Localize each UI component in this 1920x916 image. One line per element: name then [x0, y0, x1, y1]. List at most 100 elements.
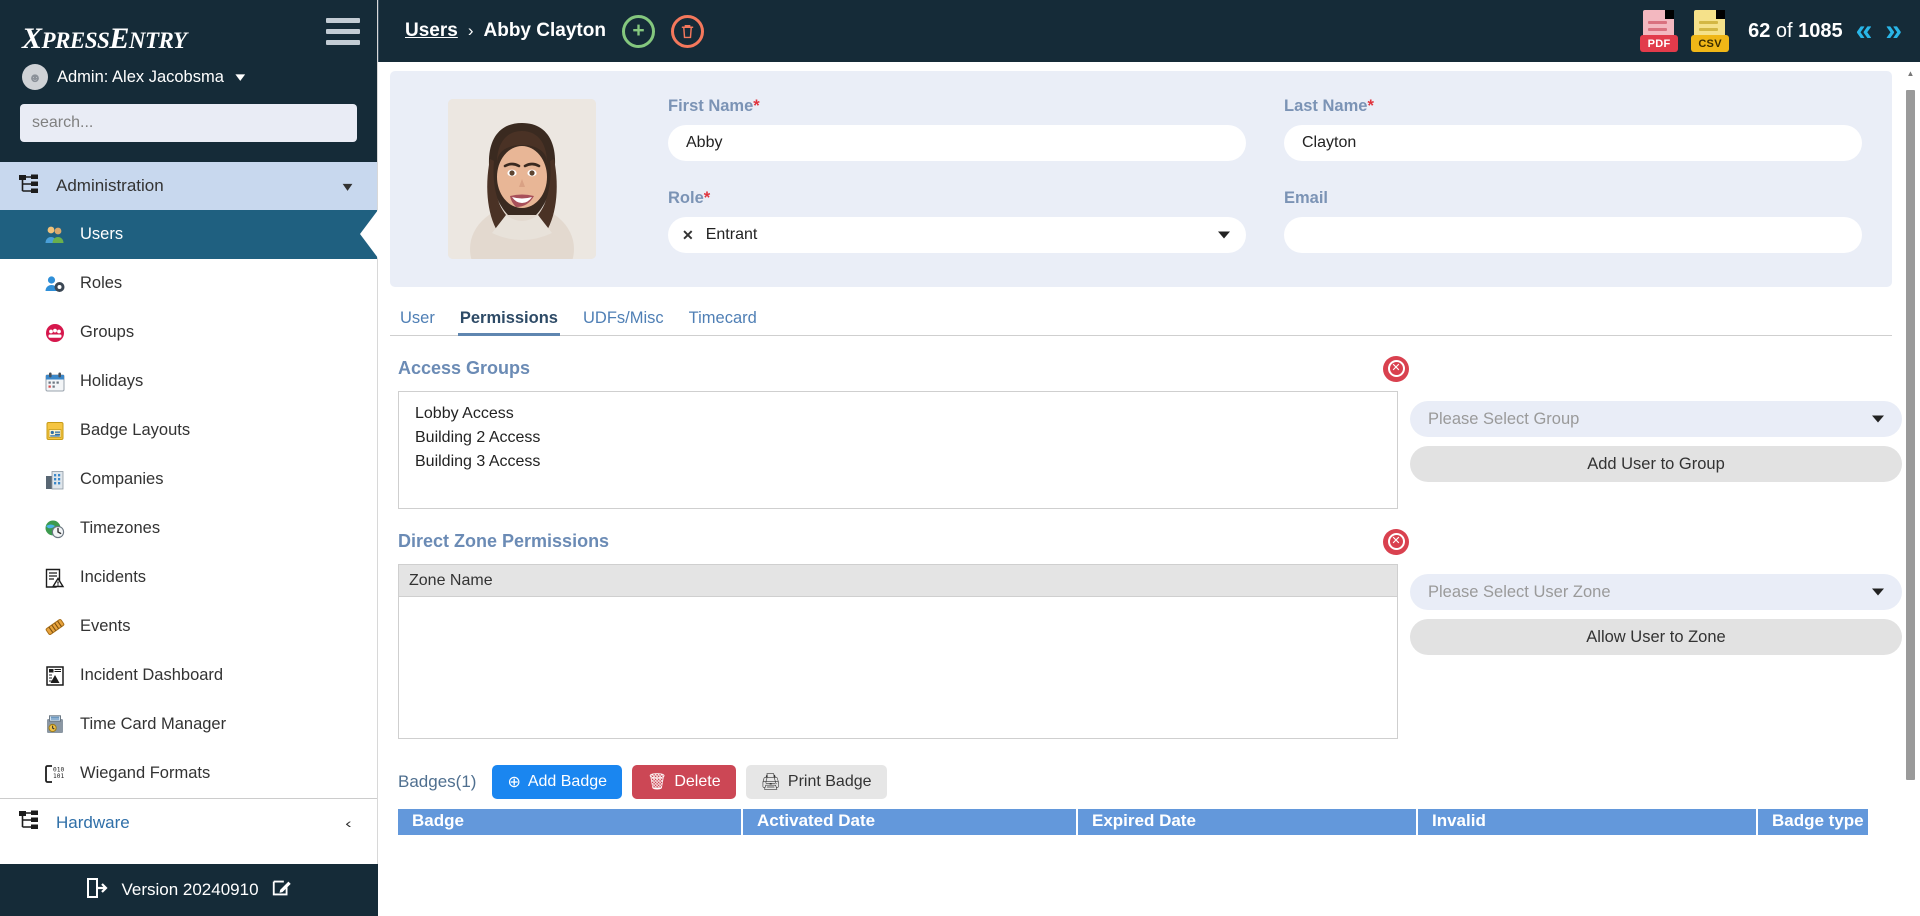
- sidebar-item-label: Badge Layouts: [80, 421, 190, 440]
- role-gear-icon: [44, 273, 66, 295]
- allow-user-to-zone-button[interactable]: Allow User to Zone: [1410, 619, 1902, 655]
- scroll-up-arrow[interactable]: ▲: [1906, 70, 1915, 78]
- sidebar-item-label: Roles: [80, 274, 122, 293]
- add-user-button[interactable]: +: [622, 15, 655, 48]
- tab-user[interactable]: User: [398, 309, 437, 335]
- sidebar-item-wiegand-formats[interactable]: 010 101 Wiegand Formats: [0, 749, 377, 798]
- column-header-badge-type[interactable]: Badge type: [1758, 809, 1868, 835]
- sidebar-nav-list: Users Roles: [0, 210, 377, 798]
- zone-permissions-title: Direct Zone Permissions: [398, 531, 609, 552]
- sidebar-item-timezones[interactable]: Timezones: [0, 504, 377, 553]
- add-badge-label: Add Badge: [528, 773, 607, 791]
- first-name-field[interactable]: [668, 125, 1246, 161]
- sidebar-item-label: Holidays: [80, 372, 143, 391]
- badges-toolbar: Badges(1) ⊕ Add Badge 🗑 Delete 🖨 Print B…: [398, 765, 1920, 799]
- binary-icon: 010 101: [44, 763, 66, 785]
- caret-down-icon: [1218, 232, 1230, 239]
- tab-permissions[interactable]: Permissions: [458, 309, 560, 335]
- sidebar-item-label: Wiegand Formats: [80, 764, 210, 783]
- user-fields: First Name* Last Name* Role* ✕ Entrant: [596, 97, 1862, 259]
- list-item[interactable]: Lobby Access: [407, 402, 1397, 426]
- required-marker: *: [1367, 97, 1373, 115]
- hamburger-menu-icon[interactable]: [308, 18, 378, 45]
- sidebar-item-roles[interactable]: Roles: [0, 259, 377, 308]
- export-csv-button[interactable]: CSV: [1691, 10, 1729, 52]
- print-badge-button[interactable]: 🖨 Print Badge: [746, 765, 887, 799]
- groups-icon: [44, 322, 66, 344]
- sidebar-item-holidays[interactable]: Holidays: [0, 357, 377, 406]
- zone-permissions-header: Direct Zone Permissions ✕: [398, 531, 1920, 552]
- logout-icon[interactable]: [85, 876, 109, 905]
- sidebar-section-hardware[interactable]: Hardware ‹: [0, 798, 377, 846]
- column-header-invalid[interactable]: Invalid: [1418, 809, 1758, 835]
- time-card-icon: [44, 714, 66, 736]
- email-field[interactable]: [1284, 217, 1862, 253]
- delete-badge-label: Delete: [674, 773, 720, 791]
- sidebar-item-events[interactable]: Events: [0, 602, 377, 651]
- x-icon[interactable]: ✕: [682, 227, 694, 244]
- tab-timecard[interactable]: Timecard: [687, 309, 759, 335]
- trash-icon: 🗑: [647, 772, 667, 792]
- top-bar-actions: PDF CSV 62 of 1085 « »: [1640, 0, 1902, 62]
- sidebar-footer: Version 20240910: [0, 864, 378, 916]
- sidebar-section-administration[interactable]: Administration ▾: [0, 162, 377, 210]
- pagination-total: 1085: [1798, 20, 1843, 42]
- add-user-to-group-button[interactable]: Add User to Group: [1410, 446, 1902, 482]
- last-name-field[interactable]: [1284, 125, 1862, 161]
- remove-access-group-button[interactable]: ✕: [1383, 356, 1409, 382]
- sidebar-item-time-card-manager[interactable]: Time Card Manager: [0, 700, 377, 749]
- remove-zone-permission-button[interactable]: ✕: [1383, 529, 1409, 555]
- scrollbar-thumb[interactable]: [1906, 90, 1915, 780]
- breadcrumb-users-link[interactable]: Users: [405, 20, 458, 42]
- add-badge-button[interactable]: ⊕ Add Badge: [492, 765, 622, 799]
- pagination-status: 62 of 1085: [1748, 20, 1843, 43]
- delete-user-button[interactable]: [671, 15, 704, 48]
- sidebar-item-companies[interactable]: Companies: [0, 455, 377, 504]
- access-groups-list[interactable]: Lobby Access Building 2 Access Building …: [398, 391, 1398, 509]
- badges-table: Badge Activated Date Expired Date Invali…: [398, 809, 1868, 835]
- double-chevron-left-icon[interactable]: «: [1856, 16, 1873, 46]
- breadcrumb: Users › Abby Clayton +: [378, 0, 704, 62]
- plus-circle-icon: ⊕: [507, 772, 520, 792]
- calendar-icon: [44, 371, 66, 393]
- sidebar-item-incidents[interactable]: Incidents: [0, 553, 377, 602]
- search-input[interactable]: [20, 104, 357, 142]
- export-pdf-button[interactable]: PDF: [1640, 10, 1678, 52]
- chevron-down-icon[interactable]: ▾: [343, 178, 353, 195]
- sidebar-item-groups[interactable]: Groups: [0, 308, 377, 357]
- list-item[interactable]: Building 3 Access: [407, 450, 1397, 474]
- breadcrumb-current: Abby Clayton: [484, 20, 606, 42]
- badge-layout-icon: [44, 420, 66, 442]
- sidebar-item-label: Events: [80, 617, 130, 636]
- column-header-activated-date[interactable]: Activated Date: [743, 809, 1078, 835]
- role-select[interactable]: ✕ Entrant: [668, 217, 1246, 253]
- app-root: XPRESSENTRY ☻ Admin: Alex Jacobsma ▾: [0, 0, 1920, 916]
- sidebar-item-label: Time Card Manager: [80, 715, 226, 734]
- list-item[interactable]: Building 2 Access: [407, 426, 1397, 450]
- delete-badge-button[interactable]: 🗑 Delete: [632, 765, 736, 799]
- first-name-group: First Name*: [668, 97, 1246, 167]
- zone-name-column-header: Zone Name: [399, 565, 1397, 597]
- account-menu[interactable]: ☻ Admin: Alex Jacobsma ▾: [0, 62, 377, 90]
- sidebar-item-users[interactable]: Users: [0, 210, 377, 259]
- pagination-current: 62: [1748, 20, 1770, 42]
- breadcrumb-separator: ›: [468, 21, 474, 41]
- column-header-expired-date[interactable]: Expired Date: [1078, 809, 1418, 835]
- zone-permissions-table[interactable]: Zone Name: [398, 564, 1398, 739]
- required-marker: *: [704, 189, 710, 207]
- double-chevron-right-icon[interactable]: »: [1885, 16, 1902, 46]
- sidebar-section-label: Hardware: [56, 813, 130, 833]
- access-groups-header: Access Groups ✕: [398, 358, 1920, 379]
- group-select[interactable]: Please Select Group: [1410, 401, 1902, 437]
- chevron-left-icon[interactable]: ‹: [345, 815, 352, 831]
- sidebar-item-badge-layouts[interactable]: Badge Layouts: [0, 406, 377, 455]
- sidebar-item-incident-dashboard[interactable]: Incident Dashboard: [0, 651, 377, 700]
- user-zone-select[interactable]: Please Select User Zone: [1410, 574, 1902, 610]
- edit-pencil-icon[interactable]: [271, 877, 293, 904]
- first-name-label: First Name*: [668, 97, 1246, 116]
- tab-udfs-misc[interactable]: UDFs/Misc: [581, 309, 666, 335]
- column-header-badge[interactable]: Badge: [398, 809, 743, 835]
- search-container: [0, 90, 377, 142]
- vertical-scrollbar[interactable]: ▲: [1904, 68, 1916, 858]
- role-group: Role* ✕ Entrant: [668, 189, 1246, 259]
